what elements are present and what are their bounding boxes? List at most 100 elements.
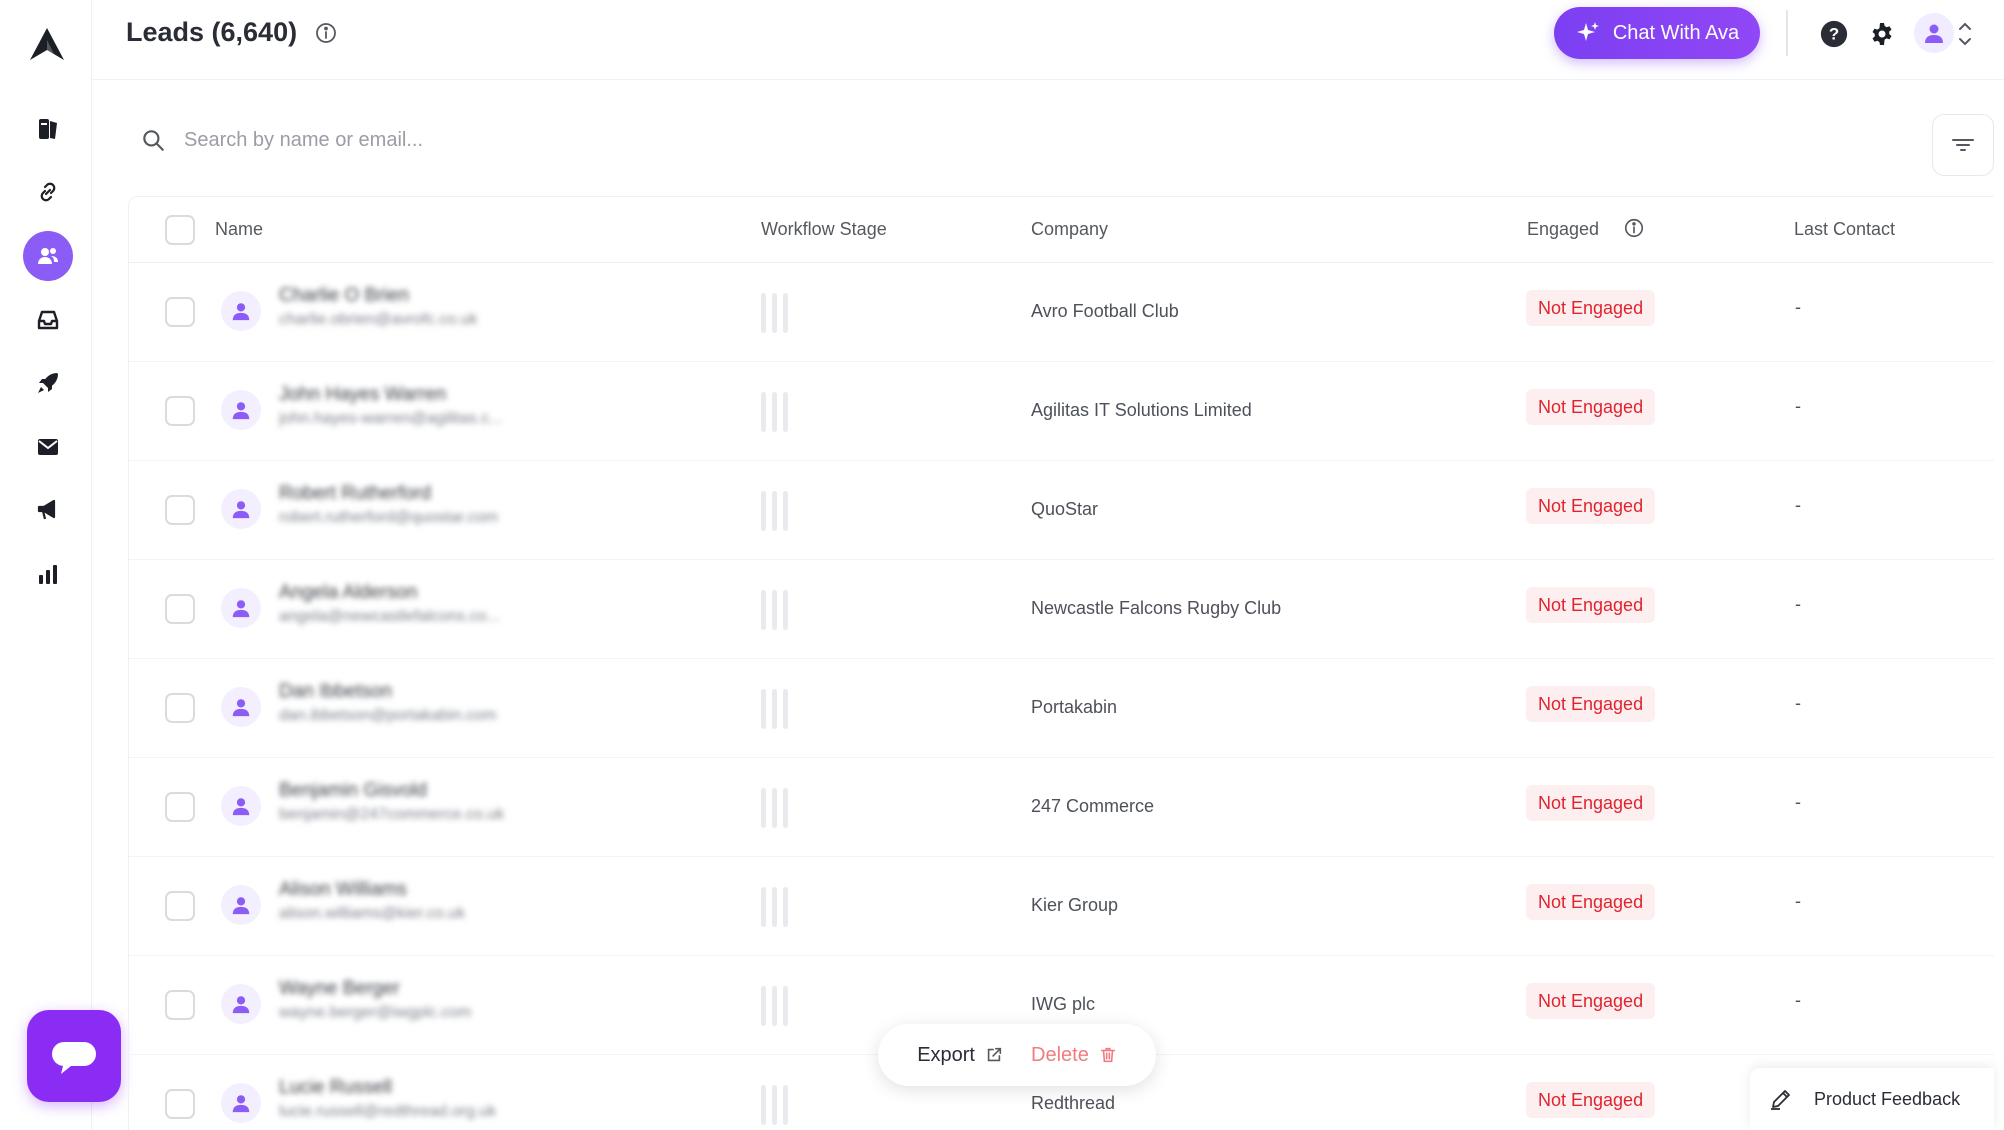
info-icon[interactable] [314, 21, 338, 45]
lead-name[interactable]: Lucie Russell [279, 1077, 392, 1099]
company-name: Redthread [1031, 1093, 1116, 1113]
product-feedback-button[interactable]: Product Feedback [1750, 1068, 1994, 1130]
delete-button[interactable]: Delete [1031, 1044, 1117, 1067]
workflow-stage-indicator[interactable] [761, 491, 788, 531]
row-checkbox[interactable] [165, 693, 195, 723]
chat-icon [52, 1042, 96, 1074]
row-checkbox[interactable] [165, 792, 195, 822]
lead-name[interactable]: Benjamin Gisvold [279, 780, 427, 802]
lead-name[interactable]: Robert Rutherford [279, 483, 431, 505]
table-row[interactable]: Alison Williams alison.williams@kier.co.… [129, 857, 1994, 956]
lead-email: dan.ibbetson@portakabin.com [279, 707, 497, 724]
help-icon[interactable]: ? [1818, 18, 1850, 50]
row-checkbox[interactable] [165, 1089, 195, 1119]
engaged-status-badge: Not Engaged [1526, 488, 1656, 524]
workflow-stage-indicator[interactable] [761, 887, 788, 927]
nav-links[interactable] [23, 167, 73, 217]
engaged-status-badge: Not Engaged [1526, 587, 1656, 623]
sparkle-icon [1576, 22, 1599, 41]
engaged-status-badge: Not Engaged [1526, 983, 1656, 1019]
nav-leads[interactable] [23, 231, 73, 281]
lead-name[interactable]: Wayne Berger [279, 978, 400, 1000]
user-avatar[interactable] [1914, 13, 1954, 53]
nav-announcements[interactable] [23, 485, 73, 535]
user-icon [1925, 24, 1943, 43]
leads-table: Name Workflow Stage Company Engaged Last… [128, 196, 1994, 1130]
column-header-last-contact[interactable]: Last Contact [1794, 219, 1895, 240]
external-link-icon [987, 1047, 1002, 1062]
workflow-stage-indicator[interactable] [761, 590, 788, 630]
last-contact: - [1795, 396, 1801, 416]
avatar [221, 1083, 261, 1123]
column-header-workflow-stage[interactable]: Workflow Stage [761, 219, 887, 240]
lead-email: charlie.obrien@avrofc.co.uk [279, 311, 478, 328]
filter-icon [1952, 139, 1974, 151]
table-row[interactable]: Benjamin Gisvold benjamin@247commerce.co… [129, 758, 1994, 857]
column-header-name[interactable]: Name [215, 219, 263, 240]
lead-name[interactable]: Alison Williams [279, 879, 407, 901]
avatar [221, 786, 261, 826]
row-checkbox[interactable] [165, 594, 195, 624]
user-icon [232, 897, 250, 915]
page-title: Leads (6,640) [126, 17, 298, 47]
chevron-updown-icon[interactable] [1954, 18, 1976, 50]
workflow-stage-indicator[interactable] [761, 788, 788, 828]
company-name: QuoStar [1031, 499, 1099, 519]
workflow-stage-indicator[interactable] [761, 689, 788, 729]
workflow-stage-indicator[interactable] [761, 392, 788, 432]
company-name: 247 Commerce [1031, 796, 1155, 816]
table-row[interactable]: Angela Alderson angela@newcastlefalcons.… [129, 560, 1994, 659]
table-header: Name Workflow Stage Company Engaged Last… [129, 197, 1994, 263]
workflow-stage-indicator[interactable] [761, 986, 788, 1026]
row-checkbox[interactable] [165, 891, 195, 921]
user-icon [232, 996, 250, 1014]
table-row[interactable]: Robert Rutherford robert.rutherford@quos… [129, 461, 1994, 560]
nav-inbox[interactable] [23, 295, 73, 345]
nav-campaigns[interactable] [23, 358, 73, 408]
lead-name[interactable]: Dan Ibbetson [279, 681, 392, 703]
engaged-status-badge: Not Engaged [1526, 884, 1656, 920]
contacts-book-icon [39, 119, 57, 139]
row-checkbox[interactable] [165, 396, 195, 426]
last-contact: - [1795, 792, 1801, 812]
info-icon[interactable] [1623, 217, 1645, 244]
nav-mail[interactable] [23, 422, 73, 472]
user-icon [232, 501, 250, 519]
gear-icon[interactable] [1866, 18, 1898, 50]
search-icon [143, 130, 164, 151]
engaged-status-badge: Not Engaged [1526, 785, 1656, 821]
lead-email: robert.rutherford@quostar.com [279, 509, 499, 526]
table-row[interactable]: Dan Ibbetson dan.ibbetson@portakabin.com… [129, 659, 1994, 758]
support-chat-button[interactable] [27, 1010, 121, 1102]
export-button[interactable]: Export [917, 1044, 1003, 1067]
bar-chart-icon [39, 565, 57, 584]
nav-analytics[interactable] [23, 549, 73, 599]
mail-icon [38, 439, 58, 455]
lead-name[interactable]: Charlie O Brien [279, 285, 409, 307]
user-icon [232, 600, 250, 618]
table-row[interactable]: John Hayes Warren john.hayes-warren@agil… [129, 362, 1994, 461]
lead-email: benjamin@247commerce.co.uk [279, 806, 505, 823]
chat-with-ava-button[interactable]: Chat With Ava [1554, 7, 1760, 59]
logo-icon[interactable] [28, 26, 66, 62]
search-input[interactable] [184, 128, 944, 152]
lead-name[interactable]: John Hayes Warren [279, 384, 446, 406]
column-header-company[interactable]: Company [1031, 219, 1108, 240]
lead-email: wayne.berger@iwgplc.com [279, 1004, 472, 1021]
row-checkbox[interactable] [165, 297, 195, 327]
row-checkbox[interactable] [165, 990, 195, 1020]
avatar [221, 885, 261, 925]
row-checkbox[interactable] [165, 495, 195, 525]
table-row[interactable]: Charlie O Brien charlie.obrien@avrofc.co… [129, 263, 1994, 362]
workflow-stage-indicator[interactable] [761, 293, 788, 333]
workflow-stage-indicator[interactable] [761, 1085, 788, 1125]
filter-button[interactable] [1932, 114, 1994, 176]
column-header-engaged[interactable]: Engaged [1527, 219, 1599, 240]
rocket-icon [38, 373, 58, 393]
lead-email: alison.williams@kier.co.uk [279, 905, 466, 922]
select-all-checkbox[interactable] [165, 215, 195, 245]
avatar [221, 984, 261, 1024]
megaphone-icon [37, 499, 56, 520]
lead-name[interactable]: Angela Alderson [279, 582, 417, 604]
nav-contacts[interactable] [23, 104, 73, 154]
